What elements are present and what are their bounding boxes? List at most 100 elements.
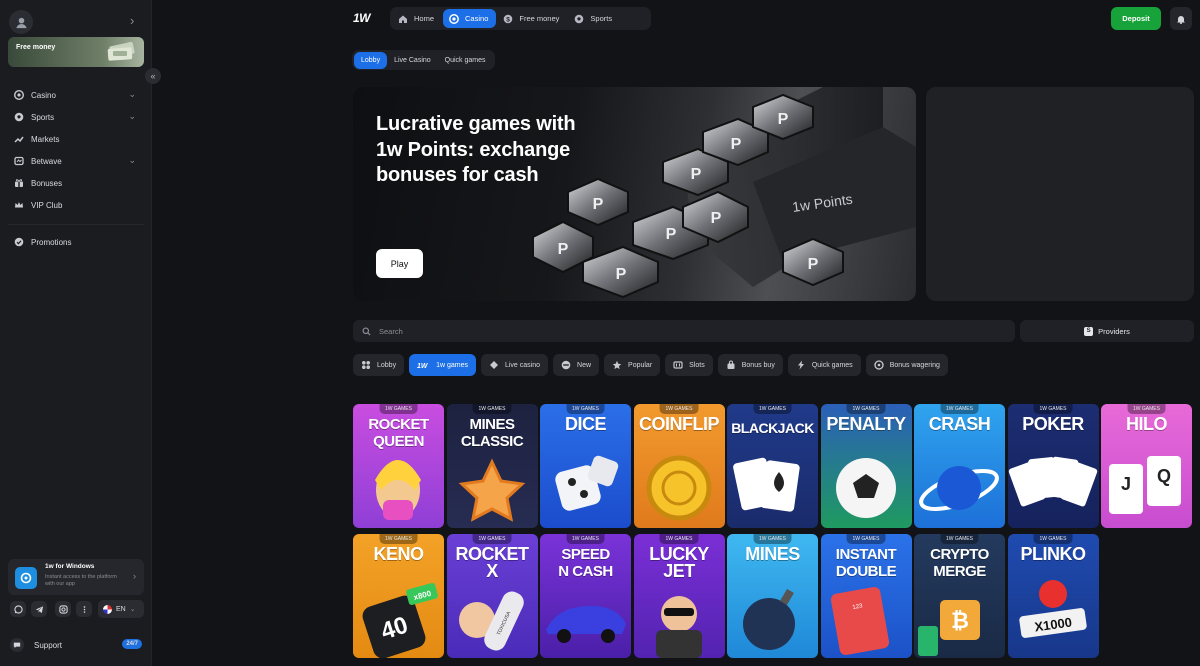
games-tag: 1W GAMES [940,404,979,414]
game-card-speed-n-cash[interactable]: 1W GAMES SPEED N CASH [540,534,631,658]
game-card-rocket-x[interactable]: TOXICUSA 1W GAMES ROCKET X [446,534,538,658]
casino-chip-icon [14,90,24,100]
chip-live-casino[interactable]: Live casino [480,354,549,376]
sidebar-item-sports[interactable]: Sports ⌄ [8,107,144,127]
providers-icon: S [1084,326,1094,336]
sidebar-item-vip-club[interactable]: VIP Club [8,195,144,215]
games-tag: 1W GAMES [1033,404,1073,414]
chip-1w-games[interactable]: 1W 1w games [409,354,476,376]
chip-bonus-wagering[interactable]: Bonus wagering [865,354,948,376]
game-card-lucky-jet[interactable]: 1W GAMES LUCKY JET [633,534,725,658]
app-promo-title: 1w for Windows [45,563,95,570]
game-card-keno[interactable]: 40 x800 1W GAMES KENO [353,534,444,658]
queen-icon [375,460,421,520]
star-icon [612,360,622,370]
tab-home[interactable]: Home [392,9,442,28]
game-card-rocket-queen[interactable]: 1W GAMES ROCKET QUEEN [353,404,444,528]
notifications-button[interactable] [1170,7,1192,30]
game-card-crypto-merge[interactable]: ₿ 1W GAMES CRYPTO MERGE [914,534,1005,658]
chip-slots[interactable]: Slots [665,354,713,376]
subtab-quick-games[interactable]: Quick games [438,52,493,69]
games-tag: 1W GAMES [753,404,792,414]
logo[interactable]: 1W [353,11,371,25]
sidebar-item-casino[interactable]: Casino ⌄ [8,85,144,105]
sidebar-item-promotions[interactable]: Promotions [8,232,144,252]
more-button[interactable] [76,601,92,617]
crypto-icon: ₿ [918,600,980,656]
ball-icon [14,112,24,122]
game-card-coinflip[interactable]: 1W GAMES COINFLIP [633,404,725,528]
chip-lobby[interactable]: Lobby [353,354,405,376]
game-card-plinko[interactable]: X1000 1W GAMES PLINKO [1007,534,1099,658]
game-card-mines-classic[interactable]: 1W GAMES MINES CLASSIC [446,404,538,528]
sidebar-item-label: Markets [31,134,60,144]
tab-casino[interactable]: Casino [443,9,497,28]
chip-popular[interactable]: Popular [604,354,661,376]
ball-icon [835,458,896,518]
chip-label: New [577,361,592,369]
grid-icon [362,361,370,369]
app-promo-subtitle: Instant access to the platform with our … [45,574,117,587]
money-stack-icon [107,42,135,61]
tab-sports[interactable]: Sports [568,9,620,28]
bomb-icon [743,588,795,650]
game-title: PENALTY [826,414,906,434]
coin-letter: P [666,226,677,243]
collapse-sidebar-button[interactable]: « [145,68,161,84]
sidebar-item-markets[interactable]: Markets [8,129,144,149]
support-button[interactable]: Support 24/7 [8,634,144,656]
instagram-button[interactable] [55,601,71,617]
game-title: INSTANT DOUBLE [835,546,897,580]
dice-icon [555,455,619,511]
sidebar-item-label: Betwave [31,156,62,166]
deposit-button[interactable]: Deposit [1111,7,1161,30]
game-card-blackjack[interactable]: 1W GAMES BLACKJACK [727,404,818,528]
hilo-icon: JQ [1109,456,1181,514]
game-card-dice[interactable]: 1W GAMES DICE [540,404,631,528]
windows-app-banner[interactable]: 1w for Windows Instant access to the pla… [8,559,144,595]
game-title: POKER [1022,414,1084,434]
sidebar-item-label: Casino [31,90,56,100]
games-tag: 1W GAMES [940,534,979,544]
cards-icon [733,457,800,512]
providers-button[interactable]: S Providers [1020,320,1194,342]
game-card-poker[interactable]: 1W GAMES POKER [1007,404,1099,528]
hero-title: Lucrative games with 1w Points: exchange… [376,113,576,186]
chip-label: Quick games [811,361,853,369]
sidebar-item-label: Promotions [31,237,72,247]
chip-bonus-buy[interactable]: Bonus buy [717,354,783,376]
chip-new[interactable]: New [553,354,600,376]
game-card-instant-double[interactable]: 123 1W GAMES INSTANT DOUBLE [820,534,912,658]
game-title: KENO [373,544,424,564]
live-icon [489,361,498,369]
sidebar-item-bonuses[interactable]: Bonuses [8,173,144,193]
sidebar-item-betwave[interactable]: Betwave ⌄ [8,151,144,171]
user-icon [15,17,27,28]
subtab-lobby[interactable]: Lobby [354,51,388,69]
whatsapp-button[interactable] [10,601,26,617]
hero-banner[interactable]: 1w Points P P P P P P P P P Lucrative ga… [353,87,916,301]
telegram-button[interactable] [31,601,47,617]
search-input[interactable]: Search [353,320,1015,342]
language-selector[interactable]: EN ⌄ [98,600,144,618]
coin-letter: P [731,136,742,153]
free-money-banner[interactable]: Free money [8,37,144,67]
game-title: CRASH [928,414,991,434]
chevron-right-icon[interactable]: › [130,13,142,28]
play-button[interactable]: Play [376,249,423,278]
coin-letter: P [616,266,627,283]
chat-icon [10,638,24,652]
avatar[interactable] [9,10,33,34]
game-card-penalty[interactable]: 1W GAMES PENALTY [820,404,912,528]
game-card-hilo[interactable]: J Q 1W GAMES HILO [1101,404,1192,528]
chip-quick-games[interactable]: Quick games [787,354,861,376]
subtab-live-casino[interactable]: Live Casino [387,52,438,69]
rocket-icon: TOXICUSA [458,591,524,651]
language-label: EN [116,605,126,613]
tab-label: Casino [465,14,489,23]
secondary-banner[interactable] [926,87,1194,301]
game-card-crash[interactable]: 1W GAMES CRASH [914,404,1005,528]
game-card-mines[interactable]: 1W GAMES MINES [727,534,818,658]
games-tag: 1W GAMES [566,534,605,544]
tab-free-money[interactable]: $ Free money [497,9,567,28]
